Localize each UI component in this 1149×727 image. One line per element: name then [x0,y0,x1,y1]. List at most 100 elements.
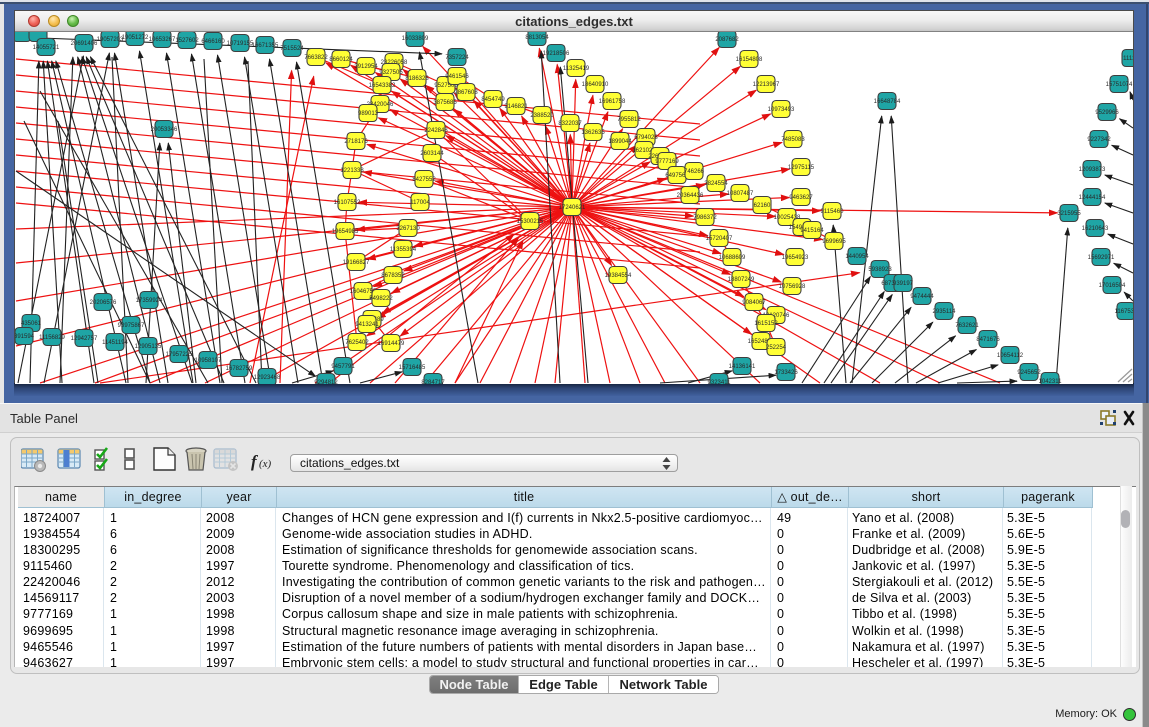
svg-text:7986372: 7986372 [693,215,717,221]
svg-text:8678352: 8678352 [381,273,405,279]
svg-text:8454749: 8454749 [481,97,505,103]
svg-text:989013: 989013 [358,111,379,117]
svg-text:8284717: 8284717 [421,380,445,384]
svg-text:2603144: 2603144 [420,151,444,157]
svg-text:7625402: 7625402 [345,340,369,346]
svg-text:746266: 746266 [684,169,705,175]
svg-text:9474444: 9474444 [910,294,934,300]
svg-text:3912954: 3912954 [354,64,378,70]
svg-text:8813054: 8813054 [525,35,549,41]
svg-text:1615152: 1615152 [754,321,778,327]
svg-text:11123: 11123 [1123,56,1133,62]
svg-text:8322037: 8322037 [558,121,582,127]
svg-text:19218506: 19218506 [543,51,570,57]
svg-text:19654985: 19654985 [332,229,359,235]
svg-text:1167533: 1167533 [1115,309,1133,315]
svg-text:1527602: 1527602 [175,38,199,44]
svg-text:9461546: 9461546 [445,74,469,80]
svg-text:8427552: 8427552 [412,177,436,183]
svg-text:2867608: 2867608 [454,90,478,96]
svg-text:16107552: 16107552 [334,200,361,206]
svg-text:9245652: 9245652 [1017,370,1041,376]
svg-text:1899044: 1899044 [608,139,632,145]
svg-text:6466160: 6466160 [201,39,225,45]
svg-text:9294812: 9294812 [314,380,338,384]
svg-text:8186328: 8186328 [405,76,429,82]
svg-text:16210643: 16210643 [1082,226,1109,232]
svg-text:12444154: 12444154 [1079,195,1106,201]
svg-text:6794028: 6794028 [634,135,658,141]
svg-text:16033809: 16033809 [402,36,429,42]
svg-text:3215955: 3215955 [1057,211,1081,217]
svg-text:12093873: 12093873 [1079,167,1106,173]
svg-text:11355394: 11355394 [390,247,417,253]
svg-text:1733426: 1733426 [774,370,798,376]
svg-text:1221338: 1221338 [340,168,364,174]
svg-text:18640910: 18640910 [582,82,609,88]
svg-text:19166827: 19166827 [343,260,370,266]
svg-text:12213967: 12213967 [753,82,780,88]
svg-text:391594: 391594 [15,334,35,340]
svg-text:10958107: 10958107 [195,358,222,364]
svg-text:10654112: 10654112 [997,353,1024,359]
svg-text:19057203: 19057203 [97,37,124,43]
svg-text:15720407: 15720407 [706,236,733,242]
svg-text:16782759: 16782759 [226,366,253,372]
svg-text:19384554: 19384554 [605,273,632,279]
svg-text:10807487: 10807487 [727,191,754,197]
svg-text:19051272: 19051272 [122,35,149,41]
svg-text:16543382: 16543382 [369,83,396,89]
svg-text:18807249: 18807249 [728,277,755,283]
svg-text:9457791: 9457791 [331,364,355,370]
svg-text:9415164: 9415164 [800,228,824,234]
svg-text:14055721: 14055721 [33,45,60,51]
svg-text:9777169: 9777169 [655,159,679,165]
svg-text:12905135: 12905135 [135,344,162,350]
svg-text:3875685: 3875685 [433,100,457,106]
svg-text:20053346: 20053346 [151,127,178,133]
svg-text:10653267: 10653267 [149,37,176,43]
svg-text:9699695: 9699695 [822,239,846,245]
svg-text:5498222: 5498222 [369,296,393,302]
svg-text:f: f [251,452,259,471]
svg-text:11156829: 11156829 [39,335,65,341]
svg-text:9463627: 9463627 [789,195,813,201]
svg-text:15300215: 15300215 [517,219,544,225]
svg-text:93975867: 93975867 [118,323,145,329]
svg-text:2087682: 2087682 [715,37,739,43]
svg-text:16961758: 16961758 [599,99,626,105]
svg-text:16154808: 16154808 [736,57,763,63]
svg-text:62160: 62160 [754,203,771,209]
svg-text:1440954: 1440954 [845,254,869,260]
svg-text:15716485: 15716485 [399,365,426,371]
svg-text:10688609: 10688609 [719,255,746,261]
svg-text:9084067: 9084067 [742,300,766,306]
svg-text:10719155: 10719155 [227,41,254,47]
svg-text:2718176: 2718176 [344,139,368,145]
svg-text:17016504: 17016504 [1099,283,1126,289]
svg-text:16671355: 16671355 [252,43,279,49]
svg-text:9413241: 9413241 [355,322,379,328]
svg-text:9227342: 9227342 [1087,137,1111,143]
svg-text:117004: 117004 [410,200,430,206]
svg-text:20691406: 20691406 [71,41,98,47]
svg-text:1362635: 1362635 [581,130,605,136]
svg-text:12975115: 12975115 [788,165,815,171]
svg-text:7663822: 7663822 [304,55,328,61]
svg-text:7955812: 7955812 [617,117,641,123]
svg-text:10756928: 10756928 [779,284,806,290]
svg-text:7485083: 7485083 [781,137,805,143]
svg-text:15692971: 15692971 [1088,255,1115,261]
svg-text:14136141: 14136141 [729,364,756,370]
svg-text:2935114: 2935114 [933,309,957,315]
svg-text:9323411: 9323411 [708,380,732,384]
svg-text:3824554: 3824554 [704,181,728,187]
svg-text:8471676: 8471676 [976,337,1000,343]
svg-text:12942757: 12942757 [71,336,98,342]
svg-text:2388520: 2388520 [530,113,554,119]
svg-text:(x): (x) [259,458,272,470]
svg-text:8660124: 8660124 [329,57,353,63]
svg-text:16914479: 16914479 [378,341,405,347]
svg-text:17957225: 17957225 [166,352,193,358]
svg-text:2242848: 2242848 [424,128,448,134]
